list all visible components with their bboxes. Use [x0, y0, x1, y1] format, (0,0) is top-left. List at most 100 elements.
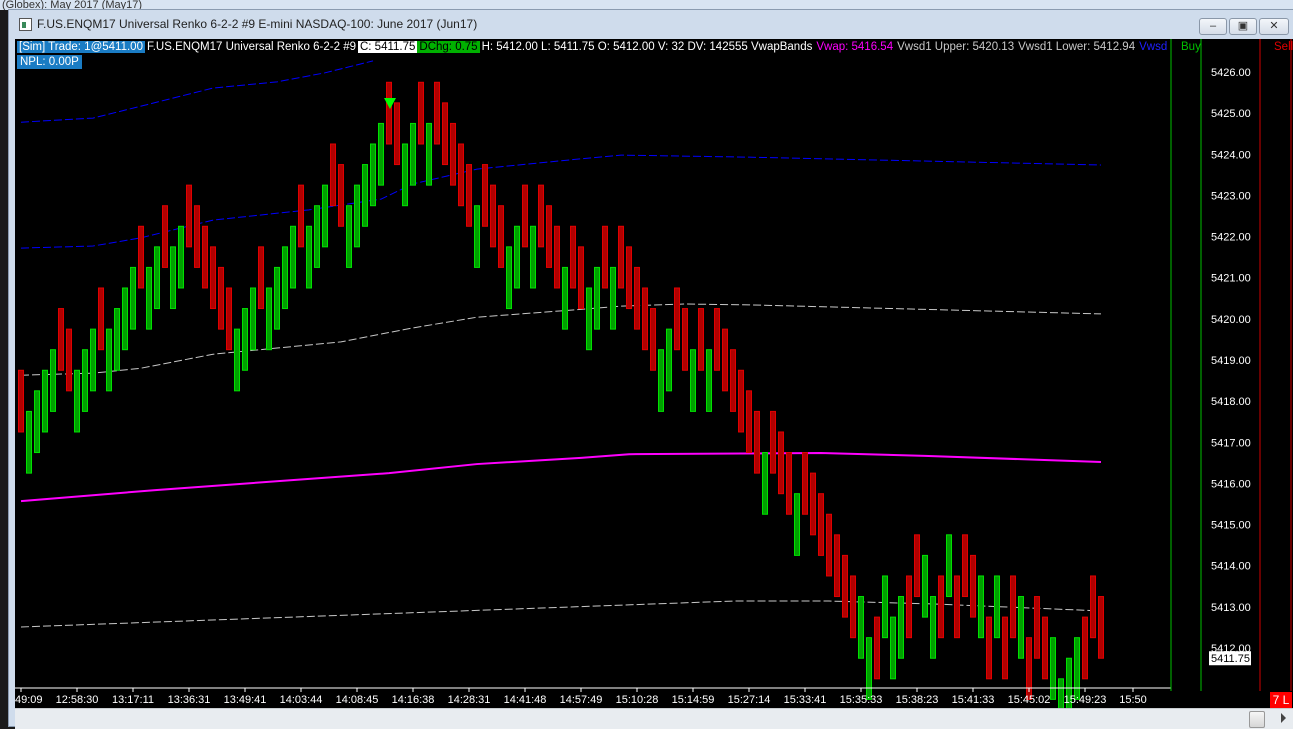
renko-bar-up	[26, 410, 32, 474]
renko-bar-down	[802, 452, 808, 515]
buy-column-label[interactable]: Buy	[1181, 40, 1201, 55]
renko-bar-down	[786, 452, 792, 515]
time-axis-label: 15:33:41	[784, 694, 827, 706]
renko-bar-down	[746, 390, 752, 454]
renko-bar-down	[1082, 616, 1088, 680]
renko-bar-up	[282, 246, 288, 310]
renko-bar-up	[1074, 637, 1080, 700]
renko-bar-down	[138, 225, 144, 289]
renko-bar-down	[810, 472, 816, 536]
renko-bar-up	[794, 493, 800, 556]
renko-bar-down	[210, 246, 216, 310]
renko-bar-up	[762, 452, 768, 515]
scroll-right-arrow-icon[interactable]	[1281, 713, 1286, 723]
renko-bar-down	[722, 328, 728, 392]
price-axis-label: 5421.00	[1211, 273, 1251, 285]
close-icon: ✕	[1269, 20, 1279, 32]
renko-bar-up	[882, 575, 888, 639]
renko-bar-down	[626, 246, 632, 310]
ohlv-values: H: 5412.00 L: 5411.75 O: 5412.00 V: 32 D…	[481, 41, 813, 53]
renko-bar-down	[66, 328, 72, 392]
renko-bar-down	[642, 287, 648, 351]
renko-bar-up	[90, 328, 96, 392]
renko-bar-up	[114, 308, 120, 371]
renko-bar-up	[1018, 596, 1024, 659]
time-axis-label: 14:03:44	[280, 694, 323, 706]
renko-chart[interactable]: 5426.00 5425.00 5424.00 5423.00 5422.00 5421.…	[15, 39, 1293, 708]
maximize-button[interactable]: ▣	[1229, 18, 1257, 35]
renko-bar-down	[634, 266, 640, 330]
renko-bar-up	[250, 287, 256, 351]
renko-bar-down	[602, 225, 608, 289]
price-axis-label: 5425.00	[1211, 108, 1251, 120]
close-value: C: 5411.75	[357, 41, 418, 53]
time-axis-label: 14:57:49	[560, 694, 603, 706]
renko-bar-up	[50, 349, 56, 412]
renko-bar-up	[290, 225, 296, 289]
renko-bar-down	[818, 493, 824, 556]
horizontal-scrollbar[interactable]	[15, 708, 1293, 729]
price-axis-label: 5414.00	[1211, 561, 1251, 573]
close-button[interactable]: ✕	[1259, 18, 1289, 35]
renko-bar-up	[266, 287, 272, 351]
renko-bar-down	[970, 554, 976, 618]
renko-bar-up	[106, 328, 112, 392]
renko-bar-down	[298, 184, 304, 248]
renko-bar-down	[330, 143, 336, 207]
renko-bar-down	[570, 225, 576, 289]
renko-bar-down	[258, 246, 264, 310]
scrollbar-thumb[interactable]	[1249, 711, 1265, 728]
last-price-label: 5411.75	[1211, 653, 1250, 665]
time-axis-label: 15:38:23	[896, 694, 939, 706]
time-axis-label: 12:58:30	[56, 694, 99, 706]
renko-bar-up	[994, 575, 1000, 639]
position-badge: 7 L	[1270, 692, 1292, 708]
chart-area[interactable]: 5426.00 5425.00 5424.00 5423.00 5422.00 5421.…	[15, 39, 1293, 708]
renko-bar-down	[442, 102, 448, 166]
time-axis-label: 49:09	[15, 694, 43, 706]
renko-bar-down	[698, 308, 704, 371]
time-axis-label: 14:28:31	[448, 694, 491, 706]
renko-bar-down	[682, 308, 688, 371]
sim-trade-badge: [Sim] Trade: 1@5411.00	[17, 41, 145, 53]
renko-bar-down	[578, 246, 584, 310]
renko-bar-down	[938, 575, 944, 639]
price-axis-label: 5413.00	[1211, 602, 1251, 614]
renko-bar-up	[890, 616, 896, 680]
title-bar[interactable]: F.US.ENQM17 Universal Renko 6-2-2 #9 E-m…	[9, 10, 1293, 38]
study-line-vwsd1-upper	[20, 303, 1102, 376]
renko-bar-down	[1002, 616, 1008, 680]
renko-bar-down	[482, 164, 488, 227]
renko-bar-down	[954, 575, 960, 639]
renko-bar-down	[386, 81, 392, 145]
renko-bar-up	[562, 266, 568, 330]
renko-bar-down	[1090, 575, 1096, 639]
price-axis-label: 5426.00	[1211, 67, 1251, 79]
maximize-icon: ▣	[1237, 20, 1249, 32]
renko-bar-up	[378, 122, 384, 186]
vwsd1-upper-value: Vwsd1 Upper: 5420.13	[897, 41, 1015, 53]
renko-bar-up	[322, 184, 328, 248]
renko-bar-down	[850, 575, 856, 639]
renko-bar-down	[754, 410, 760, 474]
renko-bar-up	[314, 205, 320, 268]
minimize-button[interactable]: ‒	[1199, 18, 1227, 35]
price-axis-label: 5424.00	[1211, 149, 1251, 161]
renko-bar-down	[546, 205, 552, 268]
study-line-vwap	[20, 451, 1102, 503]
renko-bar-up	[514, 225, 520, 289]
renko-bar-up	[658, 349, 664, 412]
renko-bar-down	[538, 184, 544, 248]
renko-bar-up	[610, 266, 616, 330]
renko-bar-down	[714, 308, 720, 371]
renko-bar-down	[186, 184, 192, 248]
renko-bar-up	[690, 349, 696, 412]
sell-column-label[interactable]: Sell	[1274, 40, 1293, 55]
renko-bar-down	[1034, 596, 1040, 659]
time-axis-label: 13:49:41	[224, 694, 267, 706]
renko-bar-down	[650, 308, 656, 371]
renko-bar-down	[770, 410, 776, 474]
renko-bar-up	[42, 369, 48, 433]
renko-bar-down	[226, 287, 232, 351]
time-axis-label: 13:17:11	[112, 694, 154, 706]
